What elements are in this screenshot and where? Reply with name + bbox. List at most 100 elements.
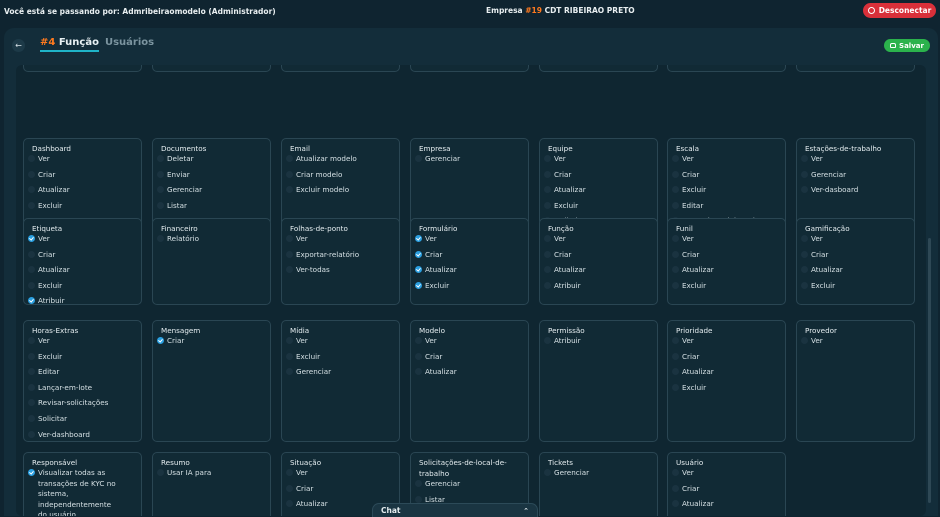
tab-funcao[interactable]: #4 Função: [40, 37, 99, 52]
unchecked-icon[interactable]: [28, 155, 35, 162]
permission-option[interactable]: Excluir modelo: [286, 185, 349, 194]
permission-option[interactable]: Ver-dashboard: [28, 430, 90, 439]
unchecked-icon[interactable]: [286, 500, 293, 507]
permission-option[interactable]: Gerenciar: [544, 468, 589, 477]
unchecked-icon[interactable]: [28, 368, 35, 375]
permission-option[interactable]: Criar: [415, 250, 442, 259]
permission-option[interactable]: Editar: [672, 201, 703, 210]
permission-option[interactable]: Criar: [801, 250, 828, 259]
scrollbar[interactable]: [928, 238, 931, 503]
unchecked-icon[interactable]: [28, 431, 35, 438]
unchecked-icon[interactable]: [544, 171, 551, 178]
unchecked-icon[interactable]: [286, 485, 293, 492]
back-button[interactable]: ←: [12, 39, 25, 52]
chat-bar[interactable]: Chat⌃: [372, 503, 538, 517]
permission-option[interactable]: Atualizar: [28, 185, 70, 194]
checked-icon[interactable]: [415, 266, 422, 273]
permission-option[interactable]: Ver: [544, 154, 566, 163]
unchecked-icon[interactable]: [286, 171, 293, 178]
unchecked-icon[interactable]: [157, 186, 164, 193]
unchecked-icon[interactable]: [672, 353, 679, 360]
permission-option[interactable]: Atualizar: [28, 265, 70, 274]
unchecked-icon[interactable]: [28, 266, 35, 273]
unchecked-icon[interactable]: [544, 282, 551, 289]
checked-icon[interactable]: [415, 235, 422, 242]
permission-option[interactable]: Criar: [544, 250, 571, 259]
unchecked-icon[interactable]: [28, 384, 35, 391]
unchecked-icon[interactable]: [415, 337, 422, 344]
unchecked-icon[interactable]: [286, 266, 293, 273]
permission-option[interactable]: Lançar-em-lote: [28, 383, 92, 392]
permission-option[interactable]: Criar: [28, 250, 55, 259]
permission-option[interactable]: Gerenciar: [415, 154, 460, 163]
permission-option[interactable]: Ver: [415, 234, 437, 243]
unchecked-icon[interactable]: [672, 251, 679, 258]
unchecked-icon[interactable]: [28, 251, 35, 258]
checked-icon[interactable]: [28, 297, 35, 304]
permission-option[interactable]: Ver: [672, 336, 694, 345]
permission-option[interactable]: Excluir: [801, 281, 835, 290]
unchecked-icon[interactable]: [801, 251, 808, 258]
checked-icon[interactable]: [28, 235, 35, 242]
permission-option[interactable]: Atualizar: [672, 367, 714, 376]
unchecked-icon[interactable]: [286, 353, 293, 360]
unchecked-icon[interactable]: [28, 202, 35, 209]
checked-icon[interactable]: [415, 282, 422, 289]
permission-option[interactable]: Criar: [672, 170, 699, 179]
permission-option[interactable]: Visualizar todas as transações de KYC no…: [28, 468, 122, 516]
permission-option[interactable]: Revisar-solicitações: [28, 398, 108, 407]
permission-option[interactable]: Ver: [28, 336, 50, 345]
permission-option[interactable]: Excluir: [672, 383, 706, 392]
unchecked-icon[interactable]: [28, 171, 35, 178]
unchecked-icon[interactable]: [672, 485, 679, 492]
unchecked-icon[interactable]: [28, 399, 35, 406]
permission-option[interactable]: Criar: [286, 484, 313, 493]
permission-option[interactable]: Criar modelo: [286, 170, 342, 179]
unchecked-icon[interactable]: [286, 251, 293, 258]
permission-option[interactable]: Atualizar: [544, 185, 586, 194]
permission-option[interactable]: Excluir: [286, 352, 320, 361]
unchecked-icon[interactable]: [672, 266, 679, 273]
disconnect-button[interactable]: Desconectar: [863, 3, 936, 18]
unchecked-icon[interactable]: [672, 171, 679, 178]
unchecked-icon[interactable]: [415, 368, 422, 375]
unchecked-icon[interactable]: [672, 202, 679, 209]
permission-option[interactable]: Deletar: [157, 154, 194, 163]
unchecked-icon[interactable]: [672, 155, 679, 162]
checked-icon[interactable]: [415, 251, 422, 258]
permission-option[interactable]: Ver: [801, 154, 823, 163]
unchecked-icon[interactable]: [801, 186, 808, 193]
permission-option[interactable]: Ver: [28, 234, 50, 243]
permission-option[interactable]: Ver: [286, 234, 308, 243]
unchecked-icon[interactable]: [157, 171, 164, 178]
save-button[interactable]: Salvar: [884, 39, 930, 52]
permission-option[interactable]: Atribuir: [544, 336, 581, 345]
permission-option[interactable]: Gerenciar: [286, 367, 331, 376]
unchecked-icon[interactable]: [544, 186, 551, 193]
unchecked-icon[interactable]: [157, 469, 164, 476]
unchecked-icon[interactable]: [415, 155, 422, 162]
permission-option[interactable]: Ver: [286, 468, 308, 477]
permission-option[interactable]: Gerenciar: [801, 170, 846, 179]
permission-option[interactable]: Excluir: [672, 185, 706, 194]
permission-option[interactable]: Atualizar: [415, 265, 457, 274]
permission-option[interactable]: Atualizar: [672, 265, 714, 274]
permission-option[interactable]: Excluir: [28, 352, 62, 361]
unchecked-icon[interactable]: [286, 469, 293, 476]
tab-usuarios[interactable]: Usuários: [105, 37, 154, 52]
permission-option[interactable]: Ver: [672, 234, 694, 243]
unchecked-icon[interactable]: [672, 186, 679, 193]
unchecked-icon[interactable]: [801, 155, 808, 162]
permission-option[interactable]: Ver: [415, 336, 437, 345]
permission-option[interactable]: Exportar-relatório: [286, 250, 359, 259]
permission-option[interactable]: Criar: [157, 336, 184, 345]
unchecked-icon[interactable]: [672, 384, 679, 391]
permission-option[interactable]: Solicitar: [28, 414, 67, 423]
permission-option[interactable]: Atribuir: [28, 296, 65, 305]
permission-option[interactable]: Criar: [672, 352, 699, 361]
permission-option[interactable]: Relatório: [157, 234, 199, 243]
permissions-grid[interactable]: DashboardVerCriarAtualizarExcluirDocumen…: [16, 65, 926, 516]
permission-option[interactable]: Excluir: [544, 201, 578, 210]
permission-option[interactable]: Ver: [672, 154, 694, 163]
unchecked-icon[interactable]: [544, 337, 551, 344]
